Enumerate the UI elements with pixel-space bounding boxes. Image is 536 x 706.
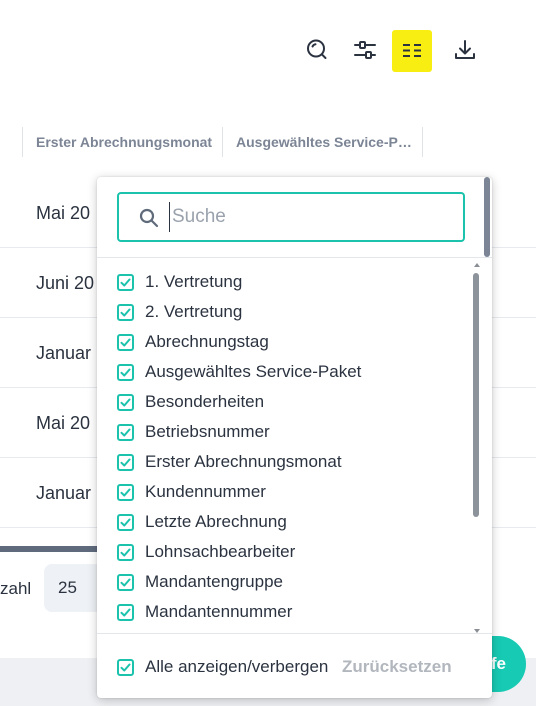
reset-button[interactable]: Zurücksetzen bbox=[342, 652, 452, 682]
columns-icon bbox=[403, 44, 421, 57]
column-options-list: 1. Vertretung 2. Vertretung Abrechnungst… bbox=[97, 267, 477, 629]
column-divider bbox=[222, 127, 223, 157]
checkbox-checked[interactable] bbox=[117, 603, 134, 621]
option-lohnsachbearbeiter[interactable]: Lohnsachbearbeiter bbox=[117, 537, 295, 567]
scrollbar-thumb[interactable] bbox=[473, 273, 479, 517]
check-icon bbox=[120, 428, 131, 436]
check-icon bbox=[120, 338, 131, 346]
table-cell: Januar bbox=[36, 342, 92, 363]
check-icon bbox=[120, 488, 131, 496]
check-icon bbox=[120, 368, 131, 376]
check-icon bbox=[120, 548, 131, 556]
checkbox-checked[interactable] bbox=[117, 513, 134, 531]
show-all-label: Alle anzeigen/verbergen bbox=[145, 657, 329, 676]
check-icon bbox=[120, 458, 131, 466]
checkbox-checked[interactable] bbox=[117, 333, 134, 351]
option-1-vertretung[interactable]: 1. Vertretung bbox=[117, 267, 242, 297]
option-betriebsnummer[interactable]: Betriebsnummer bbox=[117, 417, 270, 447]
divider bbox=[97, 257, 492, 258]
option-label: Betriebsnummer bbox=[145, 422, 270, 441]
checkbox-checked[interactable] bbox=[117, 543, 134, 561]
show-all-toggle[interactable]: Alle anzeigen/verbergen bbox=[117, 652, 328, 682]
filter-button[interactable] bbox=[346, 31, 384, 69]
column-header-erster-abrechnungsmonat[interactable]: Erster Abrechnungsmonat bbox=[36, 127, 212, 157]
checkbox-checked[interactable] bbox=[117, 658, 134, 676]
option-label: Ausgewähltes Service-Paket bbox=[145, 362, 362, 381]
checkbox-checked[interactable] bbox=[117, 453, 134, 471]
check-icon bbox=[120, 578, 131, 586]
option-letzte-abrechnung[interactable]: Letzte Abrechnung bbox=[117, 507, 287, 537]
columns-button[interactable] bbox=[392, 30, 432, 72]
checkbox-checked[interactable] bbox=[117, 483, 134, 501]
option-2-vertretung[interactable]: 2. Vertretung bbox=[117, 297, 242, 327]
option-label: Abrechnungstag bbox=[145, 332, 269, 351]
option-label: Besonderheiten bbox=[145, 392, 265, 411]
checkbox-checked[interactable] bbox=[117, 273, 134, 291]
option-label: Erster Abrechnungsmonat bbox=[145, 452, 342, 471]
option-label: Mandantengruppe bbox=[145, 572, 284, 591]
option-mandantennummer[interactable]: Mandantennummer bbox=[117, 597, 292, 627]
search-icon bbox=[307, 39, 327, 59]
search-field[interactable] bbox=[117, 192, 465, 242]
page-size-label: zahl bbox=[0, 579, 32, 598]
option-label: 2. Vertretung bbox=[145, 302, 243, 321]
option-abrechnungstag[interactable]: Abrechnungstag bbox=[117, 327, 269, 357]
search-button[interactable] bbox=[298, 31, 336, 69]
option-label: Letzte Abrechnung bbox=[145, 512, 287, 531]
checkbox-checked[interactable] bbox=[117, 303, 134, 321]
sliders-icon bbox=[354, 41, 376, 59]
check-icon bbox=[120, 608, 131, 616]
option-label: Lohnsachbearbeiter bbox=[145, 542, 296, 561]
column-chooser-dropdown: 1. Vertretung 2. Vertretung Abrechnungst… bbox=[97, 177, 492, 698]
table-cell: Juni 20 bbox=[36, 272, 95, 293]
checkbox-checked[interactable] bbox=[117, 573, 134, 591]
column-divider bbox=[22, 127, 23, 157]
panel-scrollbar[interactable] bbox=[484, 177, 490, 257]
check-icon bbox=[120, 518, 131, 526]
scroll-up-arrow-icon[interactable] bbox=[474, 263, 480, 267]
option-mandantengruppe[interactable]: Mandantengruppe bbox=[117, 567, 283, 597]
divider bbox=[97, 633, 492, 634]
option-ausgewaehltes-service-paket[interactable]: Ausgewähltes Service-Paket bbox=[117, 357, 361, 387]
check-icon bbox=[120, 308, 131, 316]
check-icon bbox=[120, 278, 131, 286]
option-erster-abrechnungsmonat[interactable]: Erster Abrechnungsmonat bbox=[117, 447, 342, 477]
checkbox-checked[interactable] bbox=[117, 393, 134, 411]
option-label: Kundennummer bbox=[145, 482, 266, 501]
option-label: Mandantennummer bbox=[145, 602, 293, 621]
check-icon bbox=[120, 398, 131, 406]
checkbox-checked[interactable] bbox=[117, 423, 134, 441]
table-cell: Mai 20 bbox=[36, 412, 91, 433]
list-scrollbar[interactable] bbox=[472, 263, 482, 633]
download-icon bbox=[455, 40, 475, 59]
horizontal-scrollbar[interactable] bbox=[0, 546, 100, 552]
download-button[interactable] bbox=[446, 31, 484, 69]
option-besonderheiten[interactable]: Besonderheiten bbox=[117, 387, 264, 417]
check-icon bbox=[120, 663, 131, 671]
search-input[interactable] bbox=[169, 202, 449, 232]
table-cell: Januar bbox=[36, 482, 92, 503]
table-cell: Mai 20 bbox=[36, 202, 91, 223]
search-icon bbox=[139, 208, 159, 228]
option-kundennummer[interactable]: Kundennummer bbox=[117, 477, 266, 507]
column-header-service-paket[interactable]: Ausgewähltes Service-P… bbox=[236, 127, 412, 157]
column-divider bbox=[422, 127, 423, 157]
option-label: 1. Vertretung bbox=[145, 272, 243, 291]
checkbox-checked[interactable] bbox=[117, 363, 134, 381]
